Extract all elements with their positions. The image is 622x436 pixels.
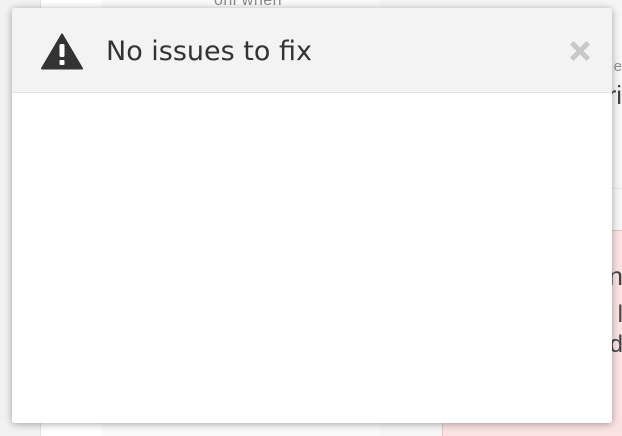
close-icon[interactable] (565, 36, 595, 66)
warning-icon (41, 33, 83, 70)
background-text-fragment: e (613, 58, 622, 75)
dialog-body (12, 93, 612, 423)
dialog-header: No issues to fix (12, 8, 612, 93)
background-text-fragment: l (617, 301, 622, 328)
close-button[interactable] (565, 36, 595, 66)
page: onl when e ri n l d No issues to fix (0, 0, 622, 436)
issues-dialog: No issues to fix (12, 8, 612, 423)
dialog-title: No issues to fix (106, 36, 312, 67)
